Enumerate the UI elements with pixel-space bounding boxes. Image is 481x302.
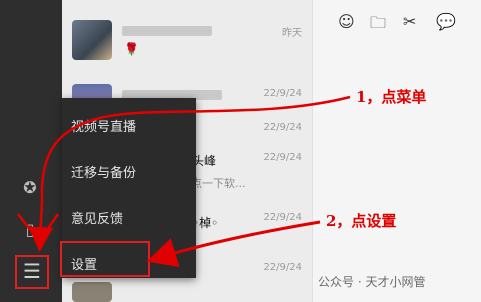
chat-name-blurred <box>122 26 212 36</box>
chat-item[interactable]: 昨天 <box>62 8 312 78</box>
annotation-step2: 2，点设置 <box>326 212 397 230</box>
menu-button[interactable]: ☰ <box>15 255 49 289</box>
menu-item-channels-live[interactable]: 视频号直播 <box>71 116 136 135</box>
chat-history-icon[interactable]: 💬 <box>436 12 456 31</box>
chat-time: 22/9/24 <box>263 152 302 163</box>
chat-time: 22/9/24 <box>263 122 302 133</box>
phone-icon[interactable]: ▯ <box>18 218 42 242</box>
sidebar: ✪ ▯ ☰ <box>0 0 62 302</box>
avatar <box>72 282 112 302</box>
emoji-icon[interactable]: ☺ <box>338 12 355 31</box>
avatar <box>72 20 112 60</box>
hamburger-icon: ☰ <box>23 259 41 283</box>
annotation-step1: 1，点菜单 <box>356 88 427 106</box>
circle-logo-icon[interactable]: ✪ <box>18 176 42 200</box>
menu-item-feedback[interactable]: 意见反馈 <box>71 208 123 227</box>
rose-emoji: 🌹 <box>124 42 139 56</box>
folder-icon[interactable]: 🗀 <box>370 12 386 39</box>
chat-time: 22/9/24 <box>263 262 302 273</box>
chat-time: 22/9/24 <box>263 88 302 99</box>
settings-highlight-box <box>60 241 150 277</box>
chat-time: 昨天 <box>282 28 302 39</box>
menu-item-migrate-backup[interactable]: 迁移与备份 <box>71 162 136 181</box>
watermark: 公众号 · 天才小网管 <box>318 275 426 289</box>
scissors-icon[interactable]: ✂ <box>403 12 416 31</box>
chat-panel: ☺ 🗀 ✂ 💬 <box>312 0 481 302</box>
chat-time: 22/9/24 <box>263 212 302 223</box>
